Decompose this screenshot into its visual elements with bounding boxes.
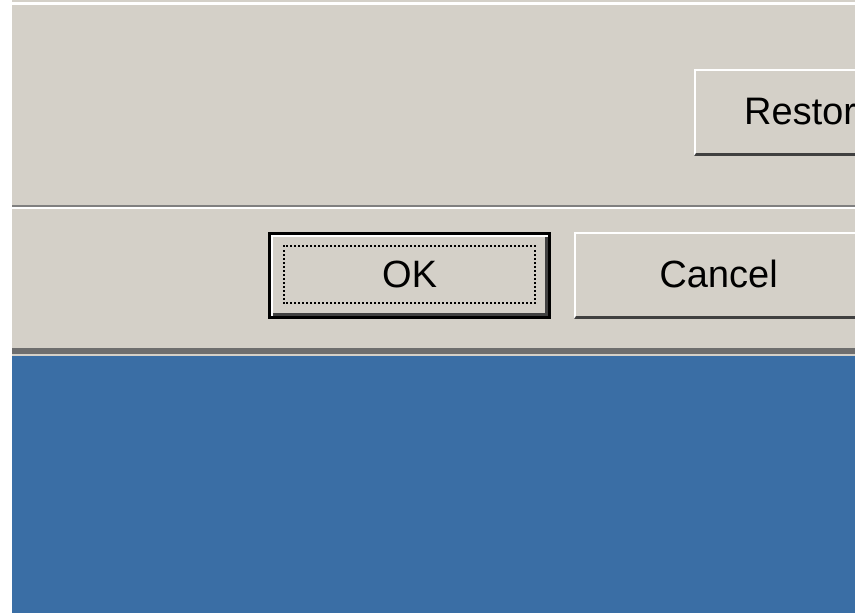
cancel-button[interactable]: Cancel (574, 232, 855, 319)
desktop-background (12, 356, 855, 613)
button-bar-separator (12, 205, 855, 209)
restore-button-label: Restor (744, 90, 855, 133)
dialog-window: Restor OK Cancel (12, 0, 855, 356)
restore-button[interactable]: Restor (694, 69, 855, 156)
cancel-button-label: Cancel (659, 253, 778, 296)
focus-rectangle (283, 245, 536, 304)
dialog-top-edge (12, 2, 855, 5)
dialog-bottom-edge (12, 348, 855, 354)
ok-button[interactable]: OK (268, 232, 551, 319)
